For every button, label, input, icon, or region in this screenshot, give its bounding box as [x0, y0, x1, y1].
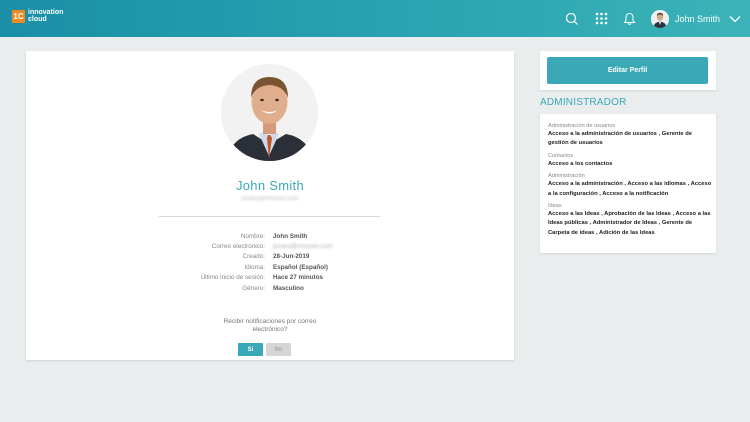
profile-photo: [221, 64, 318, 161]
permission-group-ideas: Ideas Acceso a las Ideas , Aprobación de…: [548, 202, 713, 238]
permission-items: Acceso a los contactos: [548, 160, 613, 167]
logo-text: innovation cloud: [28, 9, 63, 23]
detail-row-gender: Género: Masculino: [26, 283, 514, 293]
admin-heading: ADMINISTRADOR: [540, 97, 627, 108]
permission-category: Administración: [548, 173, 585, 180]
bell-icon[interactable]: [621, 10, 639, 28]
permissions-list: Administración de usuarios Acceso a la a…: [548, 122, 713, 241]
permission-category: Ideas: [548, 203, 562, 210]
detail-label: Género:: [242, 284, 265, 292]
notifications-yes-button[interactable]: Sí: [238, 343, 263, 356]
profile-name: John Smith: [235, 178, 305, 193]
permission-items: Acceso a las Ideas , Aprobación de las I…: [548, 211, 711, 236]
edit-profile-button[interactable]: Editar Perfil: [547, 57, 708, 84]
top-icons: John Smith: [563, 0, 750, 37]
search-icon[interactable]: [563, 10, 581, 28]
top-bar: 1C innovation cloud John Smith: [0, 0, 750, 37]
profile-email-obscured: jsvans@mnsces.com: [241, 196, 299, 202]
detail-label: Nombre:: [240, 232, 265, 240]
detail-value: Hace 27 minutos: [273, 274, 324, 282]
logo-line2: cloud: [28, 16, 47, 23]
profile-details: Nombre: John Smith Correo electrónico: j…: [26, 231, 514, 293]
divider: [159, 216, 380, 217]
detail-value: jsvans@mnsces.com: [273, 243, 333, 251]
detail-row-created: Creado: 28-Jun-2019: [26, 252, 514, 262]
permission-category: Contactos: [548, 152, 574, 159]
logo-line1: innovation: [28, 9, 64, 16]
detail-label: Correo electrónico:: [211, 243, 265, 251]
permission-items: Acceso a la administración de usuarios ,…: [548, 131, 693, 147]
detail-row-email: Correo electrónico: jsvans@mnsces.com: [26, 241, 514, 251]
detail-row-language: Idioma: Español (Español): [26, 262, 514, 272]
permission-group-administration: Administración Acceso a la administració…: [548, 172, 713, 199]
permission-group-contacts: Contactos Acceso a los contactos: [548, 152, 713, 169]
apps-grid-icon[interactable]: [593, 10, 611, 28]
logo-badge: 1C: [12, 9, 25, 23]
detail-value: Español (Español): [273, 263, 328, 271]
avatar[interactable]: [650, 9, 669, 28]
email-notifications-question: Recibir notificaciones por correo electr…: [223, 318, 317, 333]
detail-label: Idioma:: [244, 263, 265, 271]
edit-profile-panel: Editar Perfil: [540, 51, 716, 90]
user-name[interactable]: John Smith: [675, 14, 720, 24]
detail-value: Masculino: [273, 284, 304, 292]
permission-group-users: Administración de usuarios Acceso a la a…: [548, 122, 713, 149]
detail-label: Último inicio de sesión:: [200, 274, 265, 282]
detail-value: John Smith: [273, 232, 308, 240]
detail-value: 28-Jun-2019: [273, 253, 310, 261]
profile-card: John Smith jsvans@mnsces.com Nombre: Joh…: [26, 51, 514, 360]
notifications-no-button[interactable]: No: [266, 343, 291, 356]
chevron-down-icon[interactable]: [726, 10, 744, 28]
detail-row-last-login: Último inicio de sesión: Hace 27 minutos: [26, 273, 514, 283]
detail-row-name: Nombre: John Smith: [26, 231, 514, 241]
logo[interactable]: 1C innovation cloud: [12, 9, 63, 23]
detail-label: Creado:: [242, 253, 265, 261]
permission-category: Administración de usuarios: [548, 123, 616, 129]
permission-items: Acceso a la administración , Acceso a la…: [548, 181, 712, 197]
admin-permissions-panel: Administración de usuarios Acceso a la a…: [540, 114, 716, 253]
